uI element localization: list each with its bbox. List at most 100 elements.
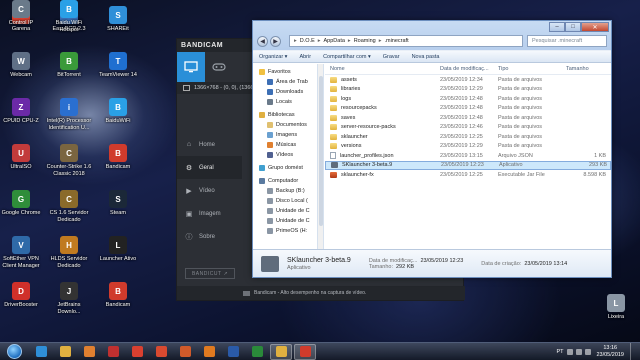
taskbar-app-bandicam[interactable] bbox=[294, 343, 316, 360]
show-desktop-button[interactable] bbox=[630, 343, 636, 360]
desktop-icon[interactable]: B BitTorrent bbox=[46, 52, 92, 79]
taskbar-app-firefox[interactable] bbox=[198, 344, 220, 360]
address-bar[interactable]: ▸ D.O.E ▸ AppData ▸ Roaming ▸ .minecraft bbox=[289, 35, 523, 47]
network-icon[interactable] bbox=[576, 349, 583, 355]
nav-item[interactable]: Imagens bbox=[253, 130, 317, 140]
file-type: Pasta de arquivos bbox=[498, 133, 543, 140]
volume-icon[interactable] bbox=[585, 349, 592, 355]
forward-button[interactable]: ▶ bbox=[270, 35, 281, 47]
nav-item[interactable]: Favoritos bbox=[253, 67, 317, 77]
navigation-scrollbar[interactable] bbox=[318, 64, 324, 251]
address-segment[interactable]: D.O.E bbox=[300, 38, 315, 44]
file-row[interactable]: resourcepacks 23/05/2019 12:48 Pasta de ar… bbox=[325, 104, 611, 114]
scroll-thumb[interactable] bbox=[319, 76, 323, 226]
nav-item[interactable]: Locais bbox=[253, 97, 317, 107]
command-button[interactable]: Nova pasta bbox=[412, 54, 440, 60]
file-row[interactable]: server-resource-packs 23/05/2019 12:46 Pas… bbox=[325, 123, 611, 133]
bandicam-menu-item[interactable]: ▶ Vídeo bbox=[177, 179, 242, 202]
desktop-icon[interactable]: V SoftEther VPN Client Manager bbox=[0, 236, 44, 270]
nav-item[interactable]: Downloads bbox=[253, 87, 317, 97]
desktop-icon[interactable]: D DriverBooster bbox=[0, 282, 44, 309]
nav-item[interactable]: Backup (B:) bbox=[253, 186, 317, 196]
desktop-icon[interactable]: J JetBrains Downlo... bbox=[46, 282, 92, 316]
taskbar-app-powerpoint[interactable] bbox=[174, 344, 196, 360]
taskbar-app-excel[interactable] bbox=[246, 344, 268, 360]
column-size[interactable]: Tamanho bbox=[556, 66, 606, 72]
file-row[interactable]: logs 23/05/2019 12:48 Pasta de arquivos bbox=[325, 94, 611, 104]
desktop-icon[interactable]: C CS 1.6 Servidor Dedicado bbox=[46, 190, 92, 224]
clock[interactable]: 13:16 23/05/2019 bbox=[596, 345, 624, 359]
nav-item[interactable]: Área de Trab bbox=[253, 77, 317, 87]
flag-icon[interactable] bbox=[567, 349, 574, 355]
app-icon: C bbox=[12, 0, 30, 18]
desktop-icon[interactable]: B Bandicam bbox=[95, 282, 141, 309]
desktop-icon[interactable]: S Steam bbox=[95, 190, 141, 217]
column-date[interactable]: Data de modificaç... bbox=[440, 66, 498, 72]
file-row[interactable]: SKlauncher 3-beta.9 23/05/2019 12:23 Aplic… bbox=[325, 160, 611, 170]
nav-item[interactable]: Documentos bbox=[253, 120, 317, 130]
search-input[interactable]: Pesquisar .minecraft bbox=[527, 35, 607, 47]
command-button[interactable]: Abrir bbox=[299, 54, 311, 60]
taskbar-app-garena2[interactable] bbox=[150, 344, 172, 360]
desktop-icon[interactable]: C Control IP bbox=[0, 0, 44, 27]
taskbar-app-ie[interactable] bbox=[30, 344, 52, 360]
close-button[interactable]: ✕ bbox=[581, 22, 609, 32]
language-indicator[interactable]: PT bbox=[556, 349, 563, 355]
file-row[interactable]: launcher_profiles.json 23/05/2019 13:15 Ar… bbox=[325, 151, 611, 161]
screen-mode-button[interactable] bbox=[177, 52, 205, 82]
nav-item[interactable]: Grupo domést bbox=[253, 163, 317, 173]
nav-item[interactable]: Bibliotecas bbox=[253, 110, 317, 120]
file-row[interactable]: saves 23/05/2019 12:48 Pasta de arquivos bbox=[325, 113, 611, 123]
taskbar-app-word[interactable] bbox=[222, 344, 244, 360]
taskbar-app-garena[interactable] bbox=[102, 344, 124, 360]
desktop-icon[interactable]: Z CPUID CPU-Z bbox=[0, 98, 44, 125]
file-row[interactable]: sklauncher-fx 23/05/2019 12:25 Executable … bbox=[325, 170, 611, 180]
command-button[interactable]: Organizar ▾ bbox=[259, 54, 287, 60]
maximize-button[interactable]: □ bbox=[565, 22, 581, 32]
bandicam-menu-item[interactable]: ⚙ Geral bbox=[177, 156, 242, 179]
column-name[interactable]: Nome bbox=[325, 66, 440, 72]
desktop-icon[interactable]: B Bandicam bbox=[95, 144, 141, 171]
bandicut-button[interactable]: BANDICUT ↗ bbox=[185, 268, 235, 279]
game-mode-button[interactable] bbox=[205, 52, 233, 82]
address-segment[interactable]: AppData bbox=[324, 38, 345, 44]
desktop-icon[interactable]: W Webcam bbox=[0, 52, 44, 79]
desktop-icon[interactable]: B Baidu WiFi Hotspot bbox=[46, 0, 92, 34]
desktop-icon[interactable]: L Lixeira bbox=[593, 294, 639, 321]
command-button[interactable]: Gravar bbox=[383, 54, 400, 60]
nav-item[interactable]: PrimeOS (H: bbox=[253, 226, 317, 236]
bandicam-menu-item[interactable]: ⌂ Home bbox=[177, 133, 242, 156]
minimize-button[interactable]: – bbox=[549, 22, 565, 32]
file-row[interactable]: sklauncher 23/05/2019 12:25 Pasta de arqui… bbox=[325, 132, 611, 142]
nav-item[interactable]: Vídeos bbox=[253, 150, 317, 160]
file-row[interactable]: libraries 23/05/2019 12:29 Pasta de arquiv… bbox=[325, 85, 611, 95]
bandicam-menu-item[interactable]: ⓘ Sobre bbox=[177, 225, 242, 248]
address-segment[interactable]: .minecraft bbox=[384, 38, 408, 44]
desktop-icon[interactable]: L Launcher Ativo bbox=[95, 236, 141, 263]
desktop-icon[interactable]: H HLDS Servidor Dedicado bbox=[46, 236, 92, 270]
desktop-icon[interactable]: T TeamViewer 14 bbox=[95, 52, 141, 79]
nav-item[interactable]: Unidade de C bbox=[253, 216, 317, 226]
nav-item[interactable]: Músicas bbox=[253, 140, 317, 150]
desktop-icon[interactable]: U UltraISO bbox=[0, 144, 44, 171]
nav-item[interactable]: Unidade de C bbox=[253, 206, 317, 216]
start-button[interactable] bbox=[0, 343, 28, 360]
command-button[interactable]: Compartilhar com ▾ bbox=[323, 54, 371, 60]
desktop-icon[interactable]: i Intel(R) Processor Identification U... bbox=[46, 98, 92, 132]
taskbar-app-explorer[interactable] bbox=[54, 344, 76, 360]
desktop-icon[interactable]: S SHAREit bbox=[95, 6, 141, 33]
file-row[interactable]: assets 23/05/2019 12:34 Pasta de arquivos bbox=[325, 75, 611, 85]
file-row[interactable]: versions 23/05/2019 12:29 Pasta de arquivo… bbox=[325, 142, 611, 152]
column-type[interactable]: Tipo bbox=[498, 66, 556, 72]
back-button[interactable]: ◀ bbox=[257, 35, 268, 47]
desktop-icon[interactable]: C Counter-Strike 1.6 Classic 2018 bbox=[46, 144, 92, 178]
taskbar-app-chrome[interactable] bbox=[126, 344, 148, 360]
nav-item[interactable]: Computador bbox=[253, 176, 317, 186]
bandicam-menu-item[interactable]: ▣ Imagem bbox=[177, 202, 242, 225]
taskbar-app-media-player[interactable] bbox=[78, 344, 100, 360]
taskbar-app-explorer-open[interactable] bbox=[270, 343, 292, 360]
desktop-icon[interactable]: B BaiduWiFi bbox=[95, 98, 141, 125]
nav-item[interactable]: Disco Local ( bbox=[253, 196, 317, 206]
address-segment[interactable]: Roaming bbox=[354, 38, 376, 44]
desktop-icon[interactable]: G Google Chrome bbox=[0, 190, 44, 217]
